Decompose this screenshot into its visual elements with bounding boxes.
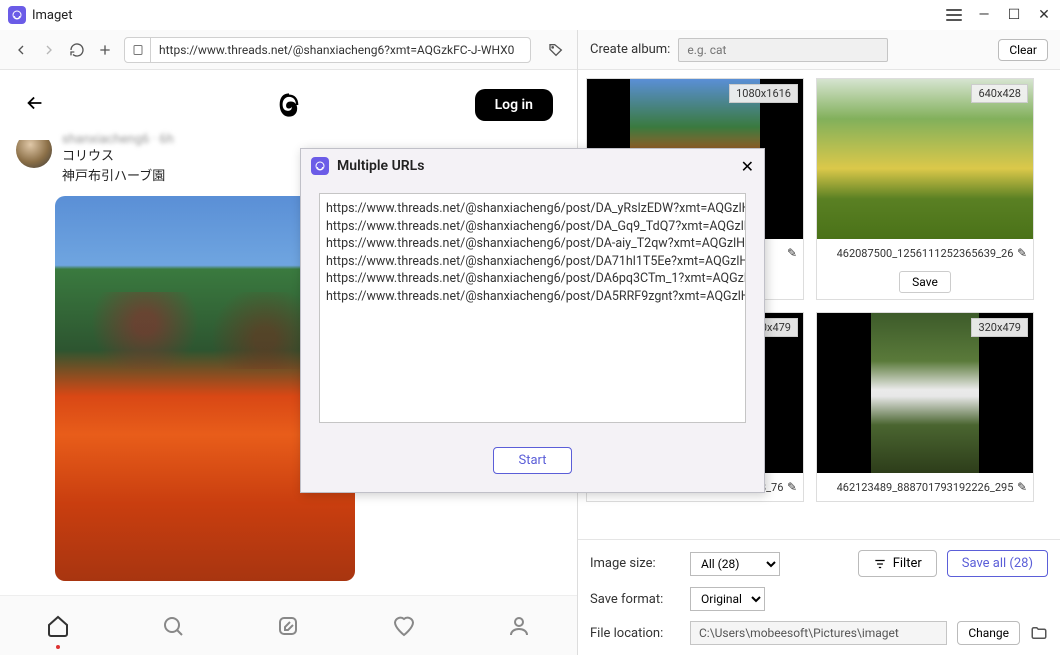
album-label: Create album: (590, 42, 670, 57)
save-all-button[interactable]: Save all (28) (947, 550, 1048, 577)
file-location-input[interactable] (690, 621, 947, 645)
activity-tab-icon[interactable] (391, 613, 417, 639)
reload-icon[interactable] (68, 41, 86, 59)
add-tab-icon[interactable] (96, 41, 114, 59)
thumb-card[interactable]: 320x479 462123489_888701793192226_295✎ (816, 312, 1034, 502)
thumb-dimensions: 1080x1616 (729, 84, 798, 103)
urls-textarea[interactable] (319, 193, 746, 423)
thumb-name: 462087500_1256111252365639_26 (837, 247, 1014, 260)
thumb-dimensions: 320x479 (971, 318, 1028, 337)
url-bar[interactable] (124, 37, 531, 63)
edit-icon[interactable]: ✎ (787, 246, 797, 260)
modal-app-icon (311, 157, 329, 175)
thumb-name: 462123489_888701793192226_295 (837, 481, 1014, 494)
edit-icon[interactable]: ✎ (787, 480, 797, 494)
modal-title: Multiple URLs (337, 158, 424, 174)
start-button[interactable]: Start (493, 447, 571, 474)
app-title: Imaget (32, 8, 72, 23)
album-input[interactable] (678, 38, 888, 62)
album-bar: Create album: Clear (578, 30, 1060, 70)
minimize-button[interactable]: — (976, 7, 992, 23)
app-icon (8, 6, 26, 24)
close-button[interactable]: ✕ (1036, 7, 1052, 23)
image-size-select[interactable]: All (28) (690, 552, 780, 576)
login-button[interactable]: Log in (475, 89, 553, 121)
multiple-urls-modal: Multiple URLs ✕ Start (300, 148, 765, 493)
menu-button[interactable] (946, 7, 962, 23)
username: shanxiacheng6 · 6h (62, 132, 174, 147)
save-format-select[interactable]: Original (690, 587, 765, 611)
clear-button[interactable]: Clear (998, 39, 1048, 61)
change-button[interactable]: Change (957, 621, 1020, 645)
threads-back-icon[interactable] (24, 92, 48, 118)
save-format-label: Save format: (590, 592, 680, 607)
thumb-dimensions: 640x428 (971, 84, 1028, 103)
nav-toolbar (0, 30, 577, 70)
search-tab-icon[interactable] (160, 613, 186, 639)
post-line-2: 神戸布引ハーブ園 (62, 167, 174, 187)
tag-icon[interactable] (547, 41, 565, 59)
url-input[interactable] (151, 43, 530, 57)
filter-button[interactable]: Filter (858, 550, 937, 577)
edit-icon[interactable]: ✎ (1017, 480, 1027, 494)
image-size-label: Image size: (590, 556, 680, 571)
bottom-tabs (0, 595, 577, 655)
post-line-1: コリウス (62, 147, 174, 167)
nav-forward-icon[interactable] (40, 41, 58, 59)
nav-back-icon[interactable] (12, 41, 30, 59)
modal-close-icon[interactable]: ✕ (741, 157, 754, 176)
page-icon (125, 38, 151, 62)
threads-logo-icon (275, 91, 303, 119)
thumb-card[interactable]: 640x428 462087500_1256111252365639_26✎ S… (816, 78, 1034, 300)
controls-panel: Image size: All (28) Filter Save all (28… (578, 539, 1060, 655)
titlebar: Imaget — ☐ ✕ (0, 0, 1060, 30)
threads-header: Log in (0, 70, 577, 140)
save-thumb-button[interactable]: Save (899, 271, 951, 293)
edit-icon[interactable]: ✎ (1017, 246, 1027, 260)
compose-tab-icon[interactable] (275, 613, 301, 639)
profile-tab-icon[interactable] (506, 613, 532, 639)
maximize-button[interactable]: ☐ (1006, 7, 1022, 23)
home-tab-icon[interactable] (45, 613, 71, 639)
file-location-label: File location: (590, 626, 680, 641)
folder-icon[interactable] (1030, 624, 1048, 642)
